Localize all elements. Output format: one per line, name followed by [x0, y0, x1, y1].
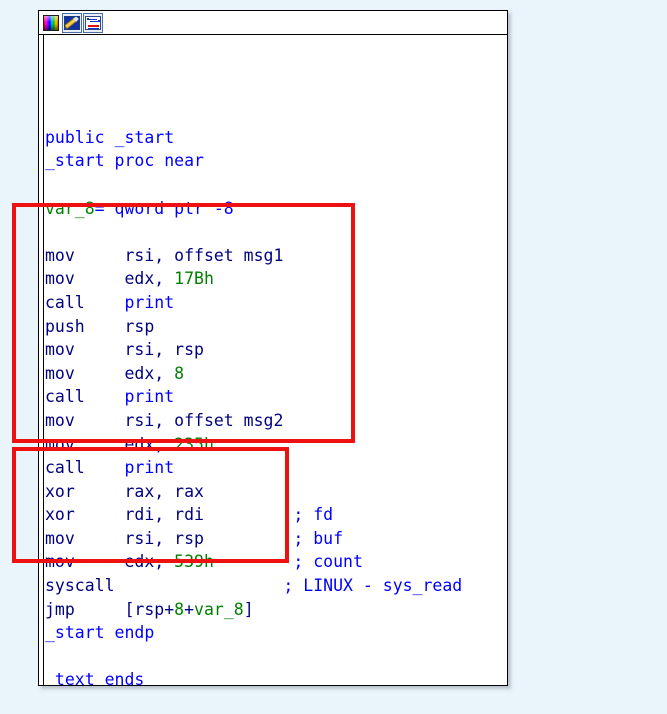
- code-token: mov edx,: [45, 552, 175, 572]
- code-token: call: [45, 387, 125, 407]
- color-palette-button[interactable]: [41, 13, 61, 33]
- disassembly-listing-area[interactable]: public _start _start proc near var_8= qwo…: [39, 35, 507, 685]
- code-line[interactable]: [45, 173, 507, 197]
- code-token: public _start: [45, 127, 175, 147]
- code-token: ; count: [213, 552, 363, 572]
- code-token: print: [124, 387, 175, 407]
- code-token: var_8: [194, 599, 244, 619]
- toolbar: [39, 11, 507, 35]
- code-token: print: [124, 292, 175, 312]
- code-token: ; fd: [203, 505, 334, 525]
- edit-pencil-button[interactable]: [62, 12, 82, 33]
- code-line[interactable]: syscall ; LINUX - sys_read: [45, 574, 507, 598]
- code-token: mov edx,: [45, 434, 175, 454]
- code-token: var_8: [45, 198, 95, 218]
- code-token: _start endp: [45, 623, 155, 643]
- code-token: jmp [rsp+: [45, 599, 175, 619]
- code-token: ; buf: [203, 528, 344, 548]
- code-line[interactable]: mov rsi, offset msg1: [45, 244, 507, 268]
- code-token: mov rsi, offset msg2: [45, 410, 284, 430]
- gutter-divider: [43, 35, 44, 685]
- code-line[interactable]: [45, 55, 507, 79]
- code-line[interactable]: var_8= qword ptr -8: [45, 197, 507, 221]
- code-token: 8: [174, 363, 185, 383]
- code-token: 17Bh: [174, 269, 214, 289]
- code-token: xor rdi, rdi: [45, 505, 204, 525]
- code-token: call: [45, 292, 125, 312]
- code-token: = qword ptr -8: [94, 198, 234, 218]
- code-line[interactable]: xor rax, rax: [45, 480, 507, 504]
- code-token: syscall: [45, 576, 115, 596]
- code-token: mov edx,: [45, 269, 175, 289]
- code-line[interactable]: xor rdi, rdi ; fd: [45, 503, 507, 527]
- code-line[interactable]: jmp [rsp+8+var_8]: [45, 598, 507, 622]
- code-line[interactable]: call print: [45, 385, 507, 409]
- code-token: +: [184, 599, 195, 619]
- graph-view-icon: [85, 15, 101, 30]
- code-token: print: [124, 458, 175, 478]
- code-line[interactable]: [45, 102, 507, 126]
- code-token: push rsp: [45, 316, 155, 336]
- edit-pencil-icon: [64, 15, 80, 30]
- code-line[interactable]: call print: [45, 456, 507, 480]
- code-token: mov rsi, offset msg1: [45, 245, 284, 265]
- code-line[interactable]: _text ends: [45, 668, 507, 685]
- code-token: ; LINUX - sys_read: [114, 576, 463, 596]
- code-line[interactable]: mov edx, 8: [45, 362, 507, 386]
- code-token: ]: [243, 599, 254, 619]
- disassembly-window: public _start _start proc near var_8= qwo…: [38, 10, 508, 686]
- code-token: _text ends: [45, 670, 145, 685]
- color-palette-icon: [43, 14, 59, 31]
- code-token: 8: [174, 599, 185, 619]
- code-token: mov rsi, rsp: [45, 528, 204, 548]
- code-token: mov edx,: [45, 363, 175, 383]
- code-token: 539h: [174, 552, 214, 572]
- code-token: mov rsi, rsp: [45, 340, 204, 360]
- code-line[interactable]: _start proc near: [45, 149, 507, 173]
- code-token: call: [45, 458, 125, 478]
- code-line[interactable]: mov rsi, rsp: [45, 338, 507, 362]
- code-line[interactable]: mov edx, 539h ; count: [45, 550, 507, 574]
- code-line[interactable]: public _start: [45, 126, 507, 150]
- code-line[interactable]: mov edx, 17Bh: [45, 267, 507, 291]
- graph-view-button[interactable]: [83, 12, 103, 33]
- code-listing: public _start _start proc near var_8= qwo…: [45, 55, 507, 685]
- code-line[interactable]: _start endp: [45, 621, 507, 645]
- code-line[interactable]: mov rsi, offset msg2: [45, 409, 507, 433]
- code-line[interactable]: [45, 645, 507, 669]
- code-line[interactable]: [45, 220, 507, 244]
- code-line[interactable]: mov rsi, rsp ; buf: [45, 527, 507, 551]
- code-line[interactable]: push rsp: [45, 315, 507, 339]
- code-line[interactable]: mov edx, 235h: [45, 433, 507, 457]
- code-token: xor rax, rax: [45, 481, 204, 501]
- code-line[interactable]: [45, 79, 507, 103]
- code-line[interactable]: call print: [45, 291, 507, 315]
- code-token: 235h: [174, 434, 214, 454]
- code-token: _start proc near: [45, 151, 204, 171]
